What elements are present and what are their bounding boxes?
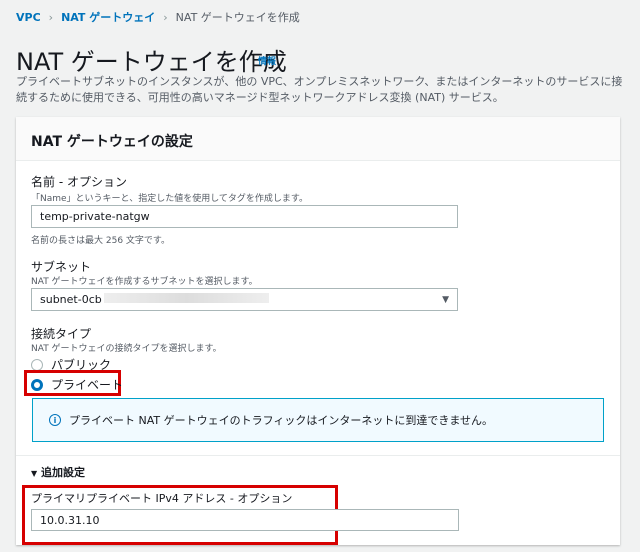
toggle-label: 追加設定	[41, 466, 85, 479]
caret-down-icon: ▼	[442, 294, 449, 305]
additional-settings-toggle[interactable]: ▼ 追加設定	[31, 464, 85, 480]
breadcrumb: VPC › NAT ゲートウェイ › NAT ゲートウェイを作成	[16, 9, 300, 25]
card-title: NAT ゲートウェイの設定	[31, 134, 193, 150]
name-input[interactable]: temp-private-natgw	[31, 205, 458, 228]
radio-circle	[31, 358, 43, 371]
radio-private[interactable]: プライベート	[31, 376, 123, 393]
connectivity-label: 接続タイプ	[31, 327, 92, 341]
redacted-text	[103, 293, 269, 303]
radio-label: プライベート	[51, 378, 124, 392]
connectivity-description: NAT ゲートウェイの接続タイプを選択します。	[31, 344, 222, 354]
subnet-value: subnet-0cb	[40, 293, 102, 306]
breadcrumb-current: NAT ゲートウェイを作成	[175, 11, 300, 24]
caret-down-icon: ▼	[31, 469, 38, 478]
page-description: プライベートサブネットのインスタンスが、他の VPC、オンプレミスネットワーク、…	[16, 75, 623, 104]
page-title: NAT ゲートウェイを作成	[16, 48, 287, 76]
subnet-description: NAT ゲートウェイを作成するサブネットを選択します。	[31, 277, 258, 287]
ipv4-label: プライマリプライベート IPv4 アドレス - オプション	[31, 492, 293, 505]
ipv4-input[interactable]: 10.0.31.10	[31, 509, 459, 531]
chevron-right-icon: ›	[163, 10, 168, 24]
info-link[interactable]: 情報	[258, 54, 276, 67]
breadcrumb-vpc[interactable]: VPC	[16, 11, 41, 24]
subnet-label: サブネット	[31, 260, 92, 274]
info-icon: i	[49, 414, 61, 426]
info-alert: i プライベート NAT ゲートウェイのトラフィックはインターネットに到達できま…	[32, 398, 604, 442]
breadcrumb-nat-gateway[interactable]: NAT ゲートウェイ	[61, 9, 155, 25]
divider	[16, 455, 620, 456]
name-hint: 名前の長さは最大 256 文字です。	[31, 236, 171, 246]
subnet-select[interactable]: subnet-0cb ▼	[31, 288, 458, 311]
alert-text: プライベート NAT ゲートウェイのトラフィックはインターネットに到達できません…	[69, 414, 494, 427]
radio-circle-selected	[31, 378, 43, 391]
name-label: 名前 - オプション	[31, 175, 127, 189]
chevron-right-icon: ›	[48, 10, 54, 24]
name-description: 「Name」というキーと、指定した値を使用してタグを作成します。	[31, 194, 309, 204]
